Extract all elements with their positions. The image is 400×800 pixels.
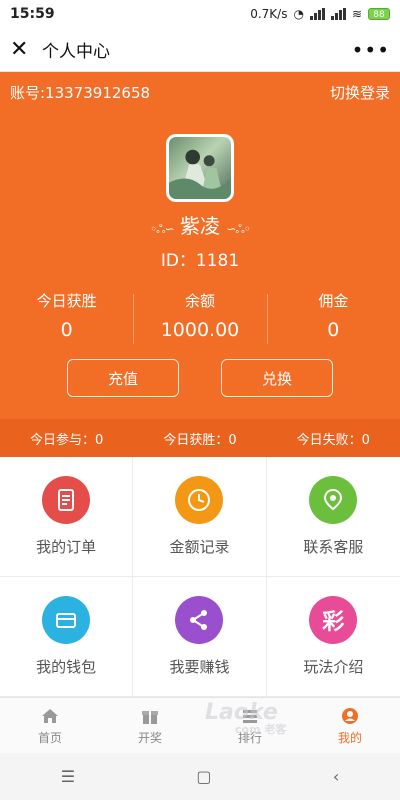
- net-speed: 0.7K/s: [250, 7, 288, 21]
- menu-item-wallet[interactable]: 我的钱包: [0, 577, 134, 697]
- tab-home[interactable]: 首页: [0, 698, 100, 753]
- stat-label: 今日获胜: [36, 292, 97, 310]
- nav-bar: ✕ 个人中心 •••: [0, 28, 400, 72]
- username-row: ◦ஃ∽ 紫凌 ∽ஃ◦: [0, 210, 400, 239]
- order-icon: [42, 476, 91, 524]
- user-id: ID：1181: [160, 251, 240, 271]
- menu-label: 金额记录: [169, 538, 230, 556]
- list-icon: [243, 709, 257, 723]
- exchange-button[interactable]: 兑换: [221, 359, 333, 397]
- switch-login-link[interactable]: 切换登录: [330, 82, 390, 103]
- signal-icon: [309, 8, 325, 20]
- menu-label: 我要赚钱: [169, 658, 230, 676]
- menu-label: 玩法介绍: [303, 658, 364, 676]
- back-icon[interactable]: ‹: [333, 767, 339, 786]
- stat-label: 余额: [184, 292, 215, 310]
- cai-icon: 彩: [309, 596, 358, 644]
- today-participate: 今日参与：0: [30, 432, 104, 448]
- battery-icon: 88: [368, 8, 390, 20]
- signal-icon-2: [330, 8, 346, 20]
- tab-label: 我的: [337, 730, 362, 745]
- menu-item-orders[interactable]: 我的订单: [0, 457, 134, 577]
- clock-icon: [175, 476, 224, 524]
- tab-label: 首页: [37, 730, 62, 745]
- home-square-icon[interactable]: ▢: [196, 767, 211, 786]
- location-icon: [309, 476, 358, 524]
- today-lose: 今日失败：0: [296, 432, 370, 448]
- menu-item-earn-money[interactable]: 我要赚钱: [133, 577, 267, 697]
- status-right: 0.7K/s ◔ ≋ 88: [250, 7, 390, 21]
- stat-value: 1000.00: [160, 319, 240, 341]
- menu-label: 我的钱包: [36, 658, 97, 676]
- close-icon[interactable]: ✕: [10, 37, 34, 62]
- ornament-left-icon: ◦ஃ∽: [150, 222, 175, 236]
- menu-grid: 我的订单 金额记录 联系客服 我的钱包 我要赚钱 彩 玩法介绍: [0, 457, 400, 697]
- wallet-icon: [42, 596, 91, 644]
- menu-label: 联系客服: [303, 538, 364, 556]
- today-win: 今日获胜：0: [163, 432, 237, 448]
- stats-row: 今日获胜 0 余额 1000.00 佣金 0: [0, 290, 400, 344]
- page-title: 个人中心: [42, 42, 110, 62]
- stat-value: 0: [327, 319, 340, 341]
- more-icon[interactable]: •••: [352, 38, 390, 62]
- bottom-tab-bar: 首页 开奖 排行 我的: [0, 697, 400, 753]
- action-buttons: 充值 兑换: [0, 359, 400, 397]
- menu-icon[interactable]: ☰: [61, 767, 75, 786]
- tab-lottery[interactable]: 开奖: [100, 698, 200, 753]
- tab-ranking[interactable]: 排行: [200, 698, 300, 753]
- stat-commission: 佣金 0: [266, 290, 400, 344]
- avatar-illustration: [169, 149, 231, 199]
- user-icon: [342, 707, 358, 724]
- wifi-icon: ≋: [351, 7, 362, 21]
- menu-item-customer-service[interactable]: 联系客服: [266, 457, 400, 577]
- stat-today-wins: 今日获胜 0: [0, 290, 133, 341]
- recharge-button[interactable]: 充值: [67, 359, 179, 397]
- account-row: 账号:13373912658 切换登录: [10, 82, 390, 103]
- stat-balance: 余额 1000.00: [133, 290, 266, 344]
- stat-label: 佣金: [318, 292, 349, 310]
- tab-mine[interactable]: 我的: [300, 698, 400, 753]
- stat-value: 0: [60, 319, 73, 341]
- system-nav-bar: ☰ ▢ ‹: [0, 753, 400, 800]
- status-bar: 15:59 0.7K/s ◔ ≋ 88: [0, 0, 400, 28]
- gift-icon: [142, 710, 158, 724]
- profile-header: 账号:13373912658 切换登录 ◦ஃ∽ 紫凌 ∽ஃ◦ ID：1181 今…: [0, 72, 400, 419]
- username: 紫凌: [180, 214, 220, 238]
- tab-label: 排行: [237, 730, 262, 745]
- tab-label: 开奖: [137, 730, 162, 745]
- account-number: 账号:13373912658: [10, 84, 151, 102]
- home-icon: [42, 708, 58, 723]
- avatar[interactable]: [166, 134, 234, 202]
- menu-item-amount-records[interactable]: 金额记录: [133, 457, 267, 577]
- menu-item-how-to-play[interactable]: 彩 玩法介绍: [266, 577, 400, 697]
- menu-label: 我的订单: [36, 538, 97, 556]
- share-icon: [175, 596, 224, 644]
- today-summary-bar: 今日参与：0 今日获胜：0 今日失败：0: [0, 419, 400, 457]
- ornament-right-icon: ∽ஃ◦: [226, 222, 251, 236]
- alarm-icon: ◔: [293, 7, 304, 21]
- status-time: 15:59: [10, 6, 55, 22]
